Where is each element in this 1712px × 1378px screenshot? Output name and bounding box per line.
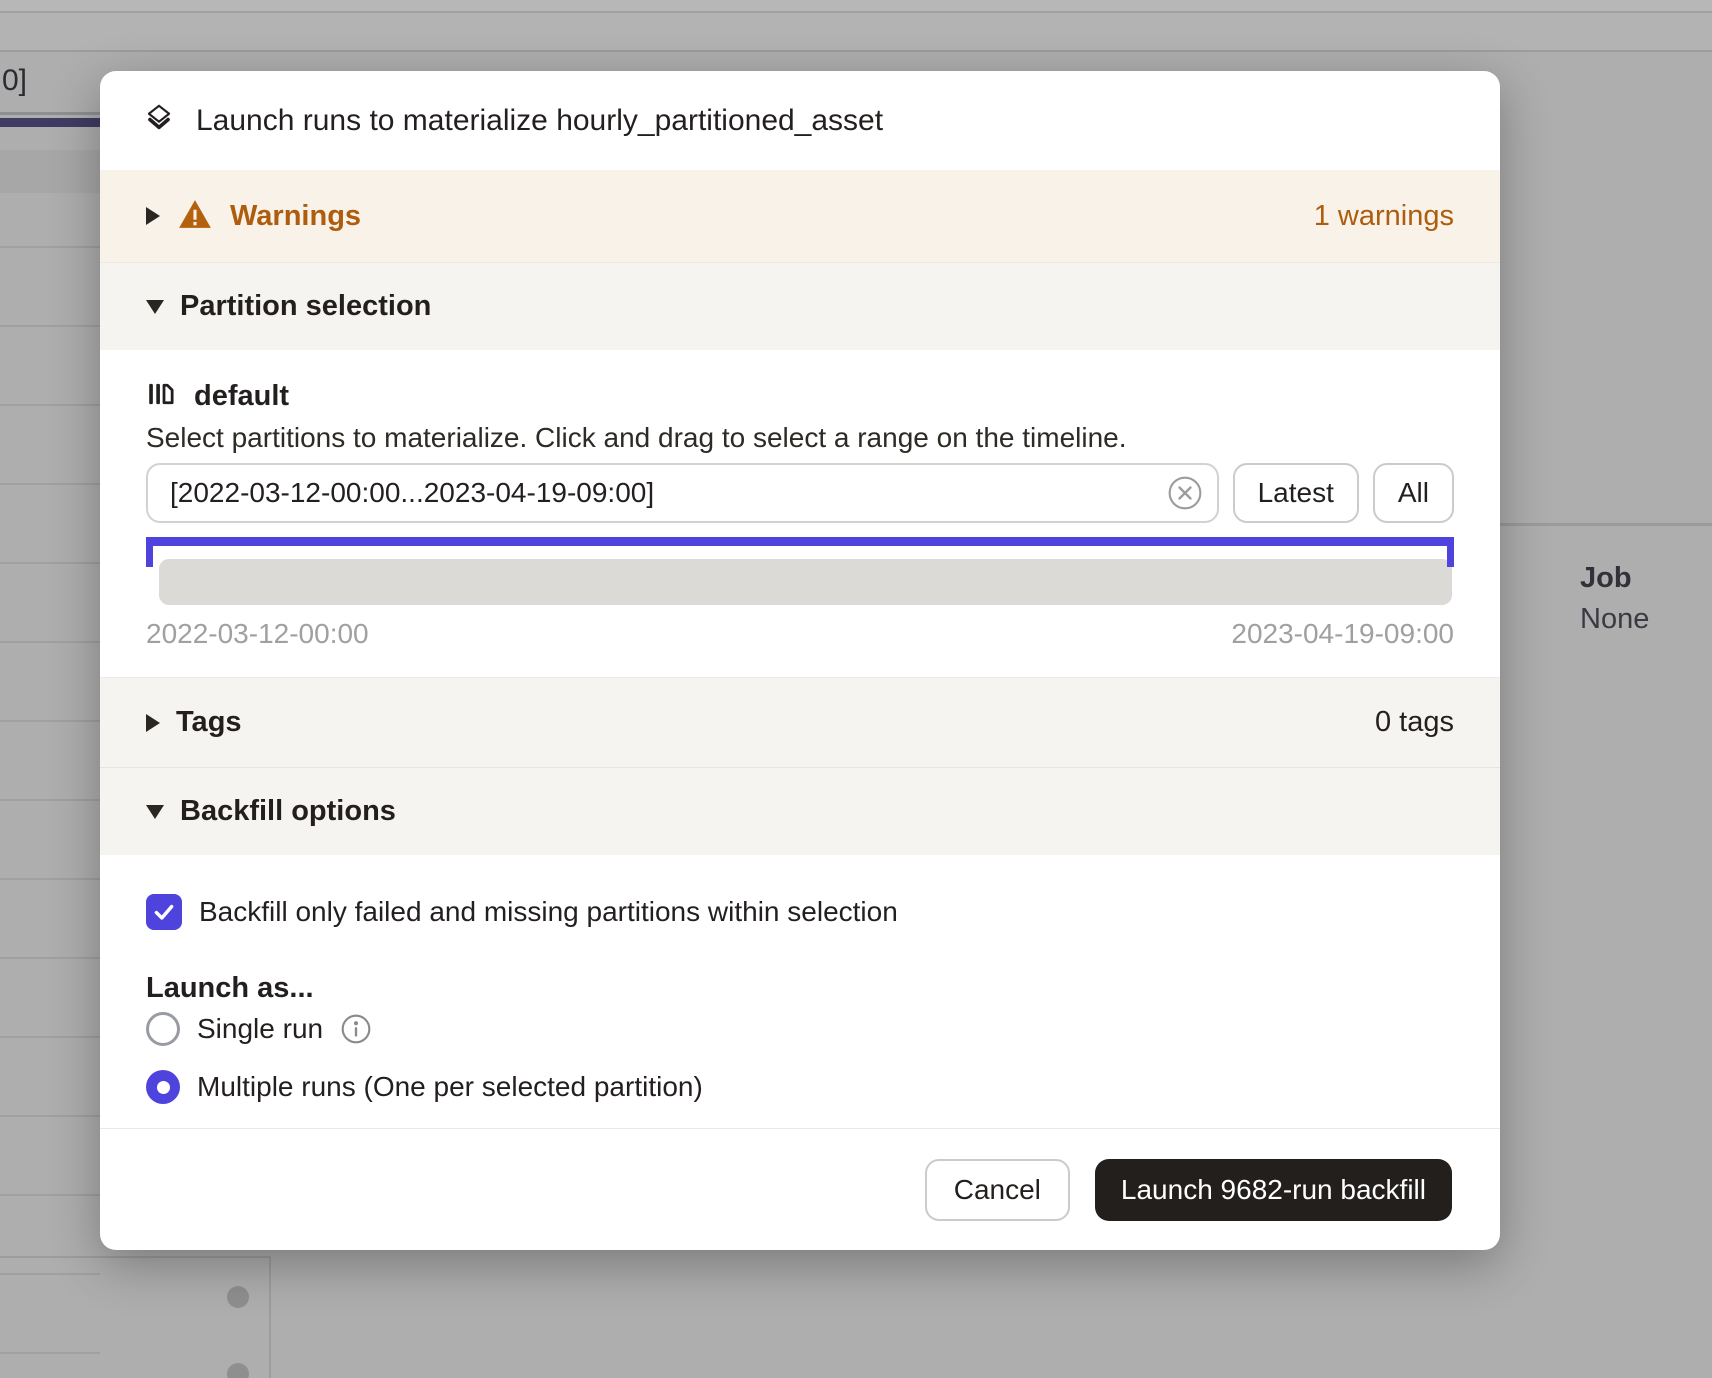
caret-right-icon bbox=[146, 714, 160, 732]
caret-down-icon bbox=[146, 300, 164, 314]
tags-section-toggle[interactable]: Tags 0 tags bbox=[100, 677, 1500, 767]
backdrop-active-tab-indicator bbox=[0, 118, 100, 127]
dialog-header: Launch runs to materialize hourly_partit… bbox=[100, 71, 1500, 170]
checkmark-icon bbox=[151, 899, 177, 925]
single-run-radio[interactable] bbox=[146, 1012, 180, 1046]
partition-range-row: Latest All bbox=[146, 463, 1454, 523]
clear-selection-button[interactable] bbox=[1167, 475, 1203, 511]
single-run-option-row[interactable]: Single run bbox=[146, 1009, 1454, 1049]
backdrop-status-dot bbox=[227, 1363, 249, 1378]
single-run-info-button[interactable] bbox=[340, 1013, 372, 1045]
launch-backfill-dialog: Launch runs to materialize hourly_partit… bbox=[100, 71, 1500, 1250]
tags-header: Tags bbox=[176, 706, 242, 739]
backfill-options-header: Backfill options bbox=[180, 795, 396, 828]
timeline-selection-indicator bbox=[146, 537, 1454, 546]
missing-partitions-checkbox-row[interactable]: Backfill only failed and missing partiti… bbox=[146, 894, 1454, 930]
partition-range-input-wrap bbox=[146, 463, 1219, 523]
backfill-options-section-toggle[interactable]: Backfill options bbox=[100, 767, 1500, 855]
dimmed-backdrop: 0] Job None Launch runs to materialize h… bbox=[0, 0, 1712, 1378]
cancel-button[interactable]: Cancel bbox=[925, 1159, 1070, 1221]
backdrop-job-column-value: None bbox=[1580, 603, 1649, 636]
launch-backfill-button[interactable]: Launch 9682-run backfill bbox=[1095, 1159, 1452, 1221]
warnings-label: Warnings bbox=[230, 200, 361, 233]
partition-range-input[interactable] bbox=[146, 463, 1219, 523]
warnings-section-toggle[interactable]: Warnings 1 warnings bbox=[100, 170, 1500, 262]
dialog-title: Launch runs to materialize hourly_partit… bbox=[196, 104, 883, 138]
partition-selection-section-toggle[interactable]: Partition selection bbox=[100, 262, 1500, 350]
backdrop-divider bbox=[0, 50, 1712, 52]
all-button[interactable]: All bbox=[1373, 463, 1454, 523]
backdrop-panel-border bbox=[0, 1256, 271, 1258]
missing-partitions-checkbox[interactable] bbox=[146, 894, 182, 930]
multiple-runs-option-row[interactable]: Multiple runs (One per selected partitio… bbox=[146, 1067, 1454, 1107]
missing-partitions-checkbox-label: Backfill only failed and missing partiti… bbox=[199, 896, 898, 928]
partition-selection-body: default Select partitions to materialize… bbox=[100, 350, 1500, 677]
timeline-range-labels: 2022-03-12-00:00 2023-04-19-09:00 bbox=[146, 618, 1454, 650]
backdrop-header-divider bbox=[1500, 523, 1712, 526]
partition-instructions: Select partitions to materialize. Click … bbox=[146, 422, 1454, 454]
backdrop-toolbar-band bbox=[0, 13, 1712, 50]
info-icon bbox=[340, 1013, 372, 1045]
partition-timeline[interactable] bbox=[159, 559, 1452, 605]
backdrop-top-band bbox=[0, 0, 1712, 11]
warning-triangle-icon bbox=[178, 198, 212, 235]
latest-button[interactable]: Latest bbox=[1233, 463, 1359, 523]
launch-as-label: Launch as... bbox=[146, 972, 1454, 1005]
timeline-start-label: 2022-03-12-00:00 bbox=[146, 618, 369, 650]
radio-dot bbox=[157, 1081, 170, 1094]
backdrop-status-dot bbox=[227, 1286, 249, 1308]
clear-circle-icon bbox=[1167, 475, 1203, 511]
partition-selection-header: Partition selection bbox=[180, 290, 431, 323]
caret-right-icon bbox=[146, 207, 160, 225]
multiple-runs-label: Multiple runs (One per selected partitio… bbox=[197, 1071, 703, 1103]
single-run-label: Single run bbox=[197, 1013, 323, 1045]
backdrop-panel-border bbox=[269, 1256, 271, 1378]
backdrop-input-fragment: 0] bbox=[2, 64, 27, 98]
caret-down-icon bbox=[146, 805, 164, 819]
asset-group-icon bbox=[142, 101, 176, 140]
partition-set-icon bbox=[146, 379, 176, 414]
warnings-count-badge: 1 warnings bbox=[1314, 200, 1454, 233]
backdrop-job-column-header: Job bbox=[1580, 562, 1632, 595]
partition-dimension-row: default bbox=[146, 378, 1454, 414]
dialog-footer: Cancel Launch 9682-run backfill bbox=[100, 1128, 1500, 1250]
backdrop-table-rows bbox=[0, 169, 100, 1378]
backdrop-tab-underline bbox=[0, 112, 100, 115]
backfill-options-body: Backfill only failed and missing partiti… bbox=[100, 855, 1500, 1128]
partition-dimension-name: default bbox=[194, 380, 289, 413]
multiple-runs-radio[interactable] bbox=[146, 1070, 180, 1104]
tags-count-badge: 0 tags bbox=[1375, 706, 1454, 739]
timeline-end-label: 2023-04-19-09:00 bbox=[1231, 618, 1454, 650]
